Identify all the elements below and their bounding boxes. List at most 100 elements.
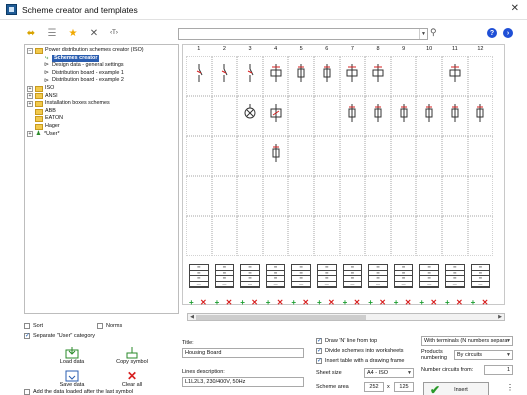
scheme-area-width[interactable]: 252: [364, 382, 384, 392]
terminal-block[interactable]: ═ ═ ═ —: [189, 264, 209, 288]
chevron-down-icon[interactable]: ▼: [506, 352, 511, 359]
remove-column-icon[interactable]: ✕: [200, 298, 207, 307]
add-column-icon[interactable]: +: [266, 298, 271, 307]
device-symbol-icon[interactable]: [270, 144, 282, 162]
terminal-block[interactable]: ═ ═ ═ —: [214, 264, 235, 288]
device-symbol-icon[interactable]: [295, 64, 307, 82]
save-data-button[interactable]: Save data: [52, 366, 92, 388]
remove-column-icon[interactable]: ✕: [328, 298, 335, 307]
breaker-symbol-icon[interactable]: [193, 64, 205, 82]
remove-column-icon[interactable]: ✕: [226, 298, 233, 307]
rcd-symbol-icon[interactable]: [372, 64, 384, 82]
device-symbol-icon[interactable]: [346, 104, 358, 122]
scheme-cell[interactable]: [365, 216, 391, 256]
checkbox-icon[interactable]: [316, 347, 322, 354]
remove-column-icon[interactable]: ✕: [405, 298, 412, 307]
scheme-cell[interactable]: [288, 96, 314, 136]
add-column-icon[interactable]: +: [471, 298, 476, 307]
tree-item-abb[interactable]: ABB: [27, 108, 176, 116]
terminal-block[interactable]: ═ ═ ═ —: [342, 264, 363, 288]
collapse-icon[interactable]: −: [27, 47, 33, 54]
breaker-symbol-icon[interactable]: [244, 64, 256, 82]
scheme-cell[interactable]: [442, 176, 468, 216]
remove-column-icon[interactable]: ✕: [379, 298, 386, 307]
tree-item-iso[interactable]: + ISO: [27, 85, 176, 93]
tree-item-example-1[interactable]: ⊳ Distribution board - example 1: [27, 70, 176, 78]
search-icon[interactable]: ⚲: [430, 27, 437, 38]
lines-description-field[interactable]: L1L2L3, 230/400V, 50Hz: [182, 377, 304, 387]
add-column-icon[interactable]: +: [240, 298, 245, 307]
checkbox-icon[interactable]: [24, 323, 30, 329]
refresh-icon[interactable]: ⬌: [24, 26, 38, 40]
add-column-icon[interactable]: +: [419, 298, 424, 307]
add-column-icon[interactable]: +: [445, 298, 450, 307]
insert-table-checkbox[interactable]: Insert table with a drawing frame: [316, 357, 404, 364]
text-tool-icon[interactable]: ‹T›: [107, 26, 121, 40]
add-after-last-checkbox[interactable]: Add the data loaded after the last symbo…: [24, 389, 133, 395]
scheme-cell[interactable]: [365, 136, 391, 176]
rcd-symbol-icon[interactable]: [346, 64, 358, 82]
checkbox-icon[interactable]: [316, 357, 322, 364]
scheme-cell[interactable]: [186, 96, 212, 136]
checkbox-icon[interactable]: [316, 337, 322, 344]
terminal-block[interactable]: ═ ═ ═ —: [419, 264, 439, 288]
scheme-cell[interactable]: [390, 56, 417, 96]
device-symbol-icon[interactable]: [398, 104, 410, 122]
scheme-cell[interactable]: [211, 216, 238, 256]
scheme-cell[interactable]: [467, 176, 494, 216]
scheme-cell[interactable]: [467, 56, 494, 96]
copy-symbol-button[interactable]: Copy symbol: [112, 343, 152, 365]
scheme-cell[interactable]: [467, 136, 494, 176]
scheme-cell[interactable]: [442, 136, 468, 176]
add-column-icon[interactable]: +: [291, 298, 296, 307]
scheme-area-height[interactable]: 125: [394, 382, 414, 392]
title-field[interactable]: Housing Board: [182, 348, 304, 358]
expand-icon[interactable]: +: [27, 100, 33, 107]
tree-item-schemes-creator[interactable]: ⤷ Schemes creator: [27, 54, 176, 63]
tree-item-ansi[interactable]: + ANSI: [27, 93, 176, 101]
scrollbar-thumb[interactable]: [196, 315, 366, 320]
checkbox-icon[interactable]: [97, 323, 103, 329]
remove-column-icon[interactable]: ✕: [251, 298, 258, 307]
terminal-block[interactable]: ═ ═ ═ —: [470, 264, 491, 288]
scheme-cell[interactable]: [288, 216, 314, 256]
rcd-symbol-icon[interactable]: [449, 64, 461, 82]
tree-item-power-distribution[interactable]: − Power distribution schemes creator (IS…: [27, 47, 176, 55]
next-button[interactable]: ›: [503, 28, 513, 38]
scheme-cell[interactable]: [186, 176, 212, 216]
number-circuits-field[interactable]: 1: [484, 365, 513, 375]
tree-item-hager[interactable]: Hager: [27, 123, 176, 131]
terminal-block[interactable]: ═ ═ ═ —: [445, 264, 465, 288]
remove-column-icon[interactable]: ✕: [456, 298, 463, 307]
tree-item-eaton[interactable]: EATON: [27, 115, 176, 123]
scheme-cell[interactable]: [288, 136, 314, 176]
scheme-cell[interactable]: [237, 136, 263, 176]
add-column-icon[interactable]: +: [394, 298, 399, 307]
scheme-cell[interactable]: [416, 216, 442, 256]
scheme-cell[interactable]: [211, 136, 238, 176]
tree-item-user[interactable]: + ♟ *User*: [27, 131, 176, 139]
scheme-cell[interactable]: [314, 136, 340, 176]
horizontal-scrollbar[interactable]: ◀ ▶: [187, 313, 505, 321]
divide-schemes-checkbox[interactable]: Divide schemes into worksheets: [316, 347, 404, 354]
scheme-cell[interactable]: [416, 176, 442, 216]
sort-checkbox[interactable]: Sort: [24, 323, 43, 329]
scheme-cell[interactable]: [211, 96, 238, 136]
chevron-down-icon[interactable]: ▼: [419, 29, 427, 39]
scheme-cell[interactable]: [314, 96, 340, 136]
add-column-icon[interactable]: +: [343, 298, 348, 307]
lamp-symbol-icon[interactable]: [244, 104, 256, 122]
products-numbering-select[interactable]: By circuits ▼: [454, 350, 513, 360]
expand-icon[interactable]: +: [27, 85, 33, 92]
scheme-cell[interactable]: [339, 136, 366, 176]
draw-n-line-checkbox[interactable]: Draw 'N' line from top: [316, 337, 377, 344]
expand-icon[interactable]: +: [27, 131, 33, 138]
tree-item-example-2[interactable]: ⊳ Distribution board - example 2: [27, 77, 176, 85]
device-symbol-icon[interactable]: [372, 104, 384, 122]
terminal-block[interactable]: ═ ═ ═ —: [240, 264, 260, 288]
help-button[interactable]: ?: [487, 28, 497, 38]
close-button[interactable]: ✕: [511, 3, 519, 14]
remove-column-icon[interactable]: ✕: [354, 298, 361, 307]
checkbox-icon[interactable]: [24, 389, 30, 395]
more-options-icon[interactable]: ⋮: [506, 383, 514, 392]
